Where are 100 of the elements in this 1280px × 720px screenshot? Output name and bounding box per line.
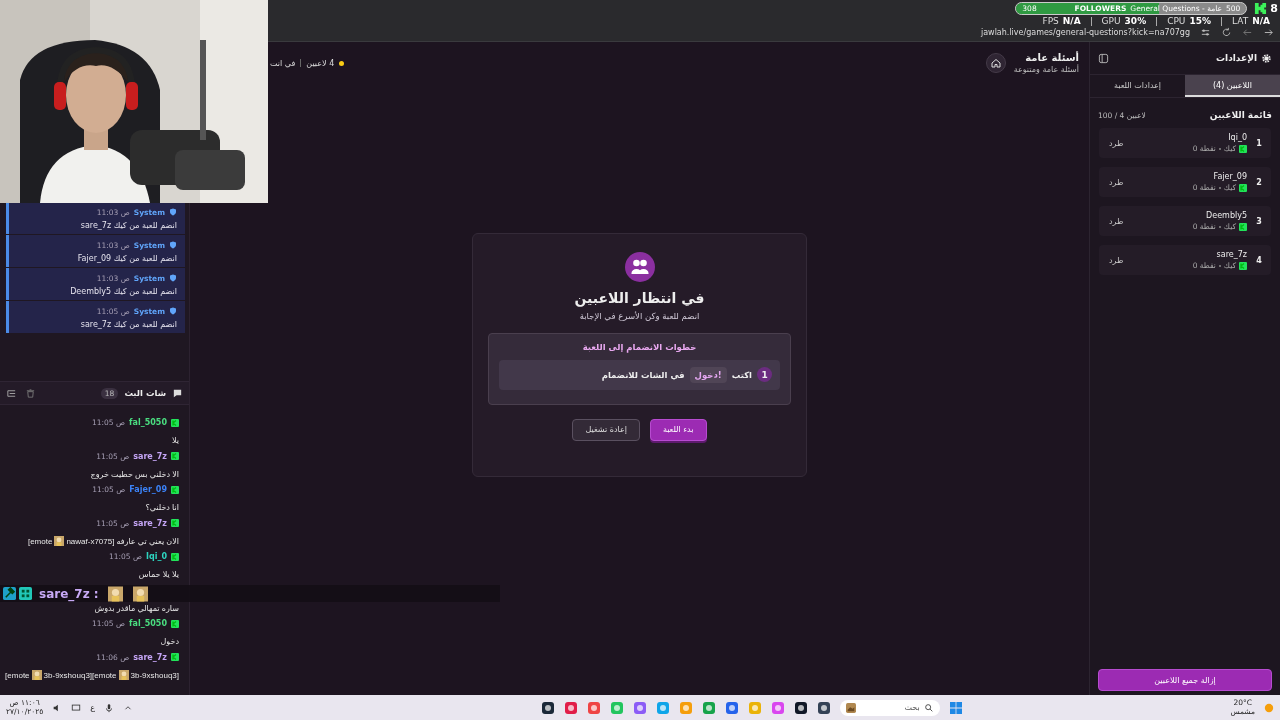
modal-title: في انتظار اللاعبين [574,289,705,306]
kick-button[interactable]: طرد [1107,253,1126,267]
stat-value: 30% [1124,16,1147,26]
badge-icon [19,587,32,600]
game-title: أسئلة عامة [1025,52,1079,63]
app-icon[interactable] [816,700,831,715]
emote-icon [54,536,65,546]
shield-icon [169,274,177,282]
kick-icon [171,519,179,527]
kick-icon [1239,144,1247,153]
kick-icon [1239,183,1247,192]
message-text: يلا يلا حماس [138,570,179,579]
player-rank: 2 [1255,177,1263,187]
settings-icon [1261,52,1272,64]
shield-icon [169,307,177,315]
step-text: اكتب [731,369,752,380]
tab[interactable]: إعدادات اللعبة [1090,75,1185,97]
microphone-icon[interactable] [104,702,115,713]
settings-title: الإعدادات [1216,53,1257,63]
kick-icon [171,485,179,494]
username: Iqi_0 [146,552,167,561]
stat-value: N/A [1062,16,1081,26]
list-title: قائمة اللاعبين [1209,110,1272,120]
player-rank: 1 [1255,138,1263,148]
status-dot [339,60,345,66]
users-icon [624,251,655,282]
player-count: 4 لاعبين [306,58,335,68]
chat-title: شات البث [124,388,166,398]
app-icon[interactable] [793,700,808,715]
stat-label: FPS [1042,16,1059,26]
kick-icon [171,452,179,460]
message-text: Deembly5 انضم للعبة من كيك [70,286,177,296]
panel-toggle-icon[interactable] [1098,52,1109,64]
remove-all-button[interactable]: إزالة جميع اللاعبين [1098,669,1272,691]
windows-icon[interactable] [948,700,963,715]
message-text: [emote [27,536,53,546]
game-subtitle: أسئلة عامة ومتنوعة [1013,65,1079,74]
kick-icon [171,619,179,628]
search-icon [923,702,934,713]
stat-value: 15% [1189,16,1211,26]
username: sare_7z [133,652,167,662]
username: fal_5050 [129,418,167,427]
message-text: ساره تمهالي ماقدر بدوش [94,603,179,613]
reload-icon[interactable] [1221,26,1232,38]
step-number: 1 [757,367,772,382]
message-text: الا دخلني بس حطيت خروج [90,469,179,479]
username: fal_5050 [129,619,167,628]
hammer-icon [3,587,16,600]
message-text: دخول [160,637,179,646]
game-status: في انت [270,58,296,68]
modal-subtitle: انضم للعبة وكن الأسرع في الإجابة [579,310,700,321]
kick-icon [1239,261,1247,270]
kick-icon [171,552,179,561]
banner-username: sare_7z : [39,586,99,601]
message-text: انا دخلني؟ [145,503,179,512]
search-field[interactable]: بحث [839,699,940,716]
stat-value: N/A [1252,16,1270,26]
message-text: sare_7z انضم للعبة من كيك [80,220,177,230]
landscape-icon [845,702,856,713]
kick-button[interactable]: طرد [1107,136,1126,150]
app-icon[interactable] [540,700,555,715]
chat-bubble-icon [172,387,183,399]
message-text: الان يعني تي عارفه [116,536,179,546]
list-icon[interactable] [6,387,17,399]
username: Fajer_09 [129,485,167,494]
message-text: nawaf-x7075] [66,536,115,546]
emote-icon [107,585,123,602]
monitor-icon[interactable] [71,702,82,713]
address-bar[interactable]: jawlah.live/games/general-questions?kick=na707gg [980,27,1190,37]
kick-logo-icon [1254,2,1268,15]
shield-icon [169,208,177,216]
trash-icon[interactable] [25,387,36,399]
emote-icon [31,670,42,680]
kick-button[interactable]: طرد [1107,175,1126,189]
player-name: Deembly5 [1206,211,1247,220]
username: sare_7z [133,518,167,528]
stat-label: CPU [1167,16,1186,26]
emote-icon [118,670,129,680]
start-button[interactable]: بدء اللعبة [649,418,707,441]
emote-icon [132,585,148,602]
message-text: sare_7z انضم للعبة من كيك [80,319,177,329]
message-text: Fajer_09 انضم للعبة من كيك [77,253,177,263]
tab[interactable]: اللاعبين (4) [1185,75,1280,97]
steps-title: خطوات الانضمام إلى اللعبة [582,341,697,352]
kick-button[interactable]: طرد [1107,214,1126,228]
command-chip: !دخول [689,366,727,383]
message-text: يلا [172,436,179,445]
message-text: [emote [5,670,30,680]
restart-button[interactable]: إعادة تشغيل [572,418,640,441]
language-indicator[interactable]: ع [90,703,96,712]
step-text: في الشات للانضمام [601,369,685,380]
message-text: 3b-9xshouq3] [130,670,179,680]
message-text: 3b-9xshouq3][emote [43,670,117,680]
viewer-count: 8 [1270,2,1278,15]
stat-label: LAT [1232,16,1249,26]
player-name: Fajer_09 [1213,172,1247,181]
stat-label: GPU [1101,16,1121,26]
player-name: Iqi_0 [1228,133,1247,142]
kick-icon [171,418,179,427]
player-rank: 4 [1255,255,1263,265]
